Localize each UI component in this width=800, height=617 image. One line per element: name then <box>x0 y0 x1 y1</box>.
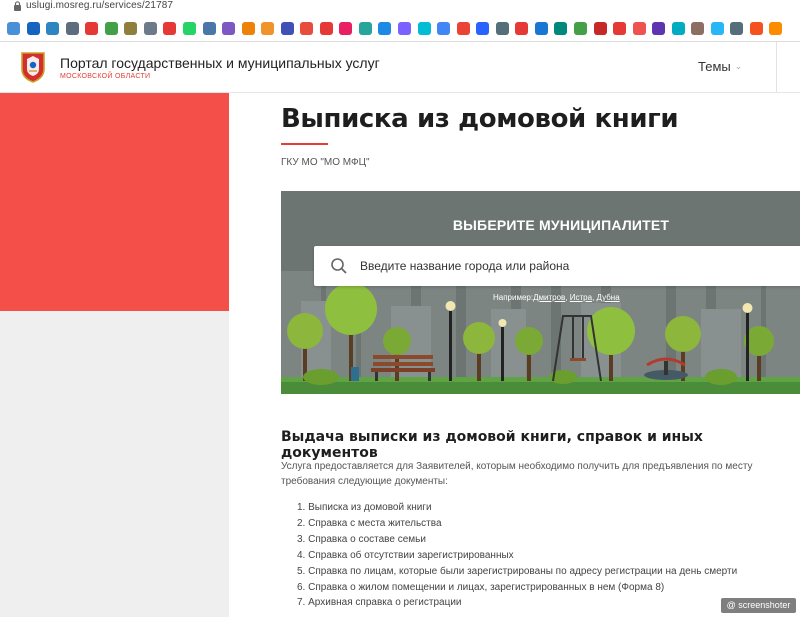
url-text: uslugi.mosreg.ru/services/21787 <box>26 0 174 11</box>
bookmark-icon[interactable] <box>515 22 529 35</box>
bookmark-icon[interactable] <box>769 22 783 35</box>
header-divider <box>776 42 777 92</box>
bookmark-icon[interactable] <box>65 22 79 35</box>
bookmark-icon[interactable] <box>437 22 451 35</box>
chevron-down-icon: ⌄ <box>734 61 743 71</box>
site-header: Портал государственных и муниципальных у… <box>0 42 800 93</box>
example-link-dmitrov[interactable]: Дмитров <box>533 293 565 302</box>
municipality-selector-banner: ВЫБЕРИТЕ МУНИЦИПАЛИТЕТ Например:Дмитров,… <box>281 191 800 394</box>
bookmark-icon[interactable] <box>202 22 216 35</box>
bookmark-icon[interactable] <box>652 22 666 35</box>
examples-prefix: Например: <box>493 293 534 302</box>
bookmark-icon[interactable] <box>398 22 411 35</box>
bookmark-icon[interactable] <box>593 22 607 35</box>
bookmark-icon[interactable] <box>143 22 157 35</box>
lock-icon <box>14 1 21 11</box>
bookmark-icon[interactable] <box>749 22 763 35</box>
title-underline <box>281 143 328 145</box>
portal-subtitle: МОСКОВСКОЙ ОБЛАСТИ <box>60 73 151 80</box>
service-description: Услуга предоставляется для Заявителей, к… <box>281 461 753 487</box>
left-banner <box>0 93 229 311</box>
example-link-dubna[interactable]: Дубна <box>597 293 620 302</box>
coat-of-arms-icon <box>21 52 45 83</box>
list-item: 4. Справка об отсутствии зарегистрирован… <box>297 549 514 561</box>
list-item: 5. Справка по лицам, которые были зареги… <box>297 565 738 577</box>
list-item: 2. Справка с места жительства <box>297 517 442 529</box>
bookmark-icon[interactable] <box>85 22 99 35</box>
bookmark-icon[interactable] <box>710 22 724 35</box>
bookmark-icon[interactable] <box>339 22 353 35</box>
bookmark-icon[interactable] <box>671 22 685 35</box>
search-examples: Например:Дмитров, Истра, Дубна <box>493 293 620 302</box>
bookmark-icon[interactable] <box>261 22 275 35</box>
themes-menu[interactable]: Темы ⌄ <box>698 59 742 74</box>
themes-label: Темы <box>698 59 731 74</box>
bookmark-icon[interactable] <box>300 22 314 35</box>
bookmark-icon[interactable] <box>691 22 705 35</box>
bookmark-icon[interactable] <box>554 22 568 35</box>
list-item: 1. Выписка из домовой книги <box>297 502 432 513</box>
bookmark-icon[interactable] <box>7 22 20 35</box>
bookmark-icon[interactable] <box>182 22 196 35</box>
bookmark-icon[interactable] <box>222 22 236 35</box>
bookmark-icon[interactable] <box>46 22 60 35</box>
municipality-search[interactable] <box>314 246 800 286</box>
bookmark-icon[interactable] <box>534 22 548 35</box>
bookmark-icon[interactable] <box>241 22 255 35</box>
bookmark-icon[interactable] <box>378 22 392 35</box>
bookmark-icon[interactable] <box>280 22 294 35</box>
page-title: Выписка из домовой книги <box>281 104 679 134</box>
municipality-heading: ВЫБЕРИТЕ МУНИЦИПАЛИТЕТ <box>452 217 670 233</box>
portal-title[interactable]: Портал государственных и муниципальных у… <box>60 55 380 71</box>
list-item: 7. Архивная справка о регистрации <box>297 597 462 609</box>
bookmark-icon[interactable] <box>319 22 333 35</box>
municipality-search-input[interactable] <box>360 246 780 286</box>
bookmark-icon[interactable] <box>163 22 177 35</box>
bookmarks-bar <box>0 15 800 42</box>
address-bar[interactable]: uslugi.mosreg.ru/services/21787 <box>0 0 800 12</box>
search-icon <box>331 258 347 274</box>
bookmark-icon[interactable] <box>456 22 470 35</box>
bookmark-icon[interactable] <box>613 22 627 35</box>
bookmark-icon[interactable] <box>495 22 509 35</box>
bookmark-icon[interactable] <box>26 22 40 35</box>
list-item: 6. Справка о жилом помещении и лицах, за… <box>297 581 665 593</box>
bookmark-icon[interactable] <box>104 22 118 35</box>
section-heading: Выдача выписки из домовой книги, справок… <box>281 429 703 461</box>
screenshoter-watermark: @ screenshoter <box>721 598 796 613</box>
bookmark-icon[interactable] <box>476 22 490 35</box>
bookmark-icon[interactable] <box>417 22 431 35</box>
organization-name: ГКУ МО "МО МФЦ" <box>281 157 370 168</box>
bookmark-icon[interactable] <box>730 22 744 35</box>
documents-list: 1. Выписка из домовой книги 2. Справка с… <box>297 500 737 611</box>
bookmark-icon[interactable] <box>358 22 372 35</box>
bookmark-icon[interactable] <box>124 22 138 35</box>
example-link-istra[interactable]: Истра <box>570 293 592 302</box>
bookmark-icon[interactable] <box>632 22 646 35</box>
left-sidebar-background <box>0 311 229 617</box>
list-item: 3. Справка о составе семьи <box>297 533 426 545</box>
bookmark-icon[interactable] <box>573 22 587 35</box>
